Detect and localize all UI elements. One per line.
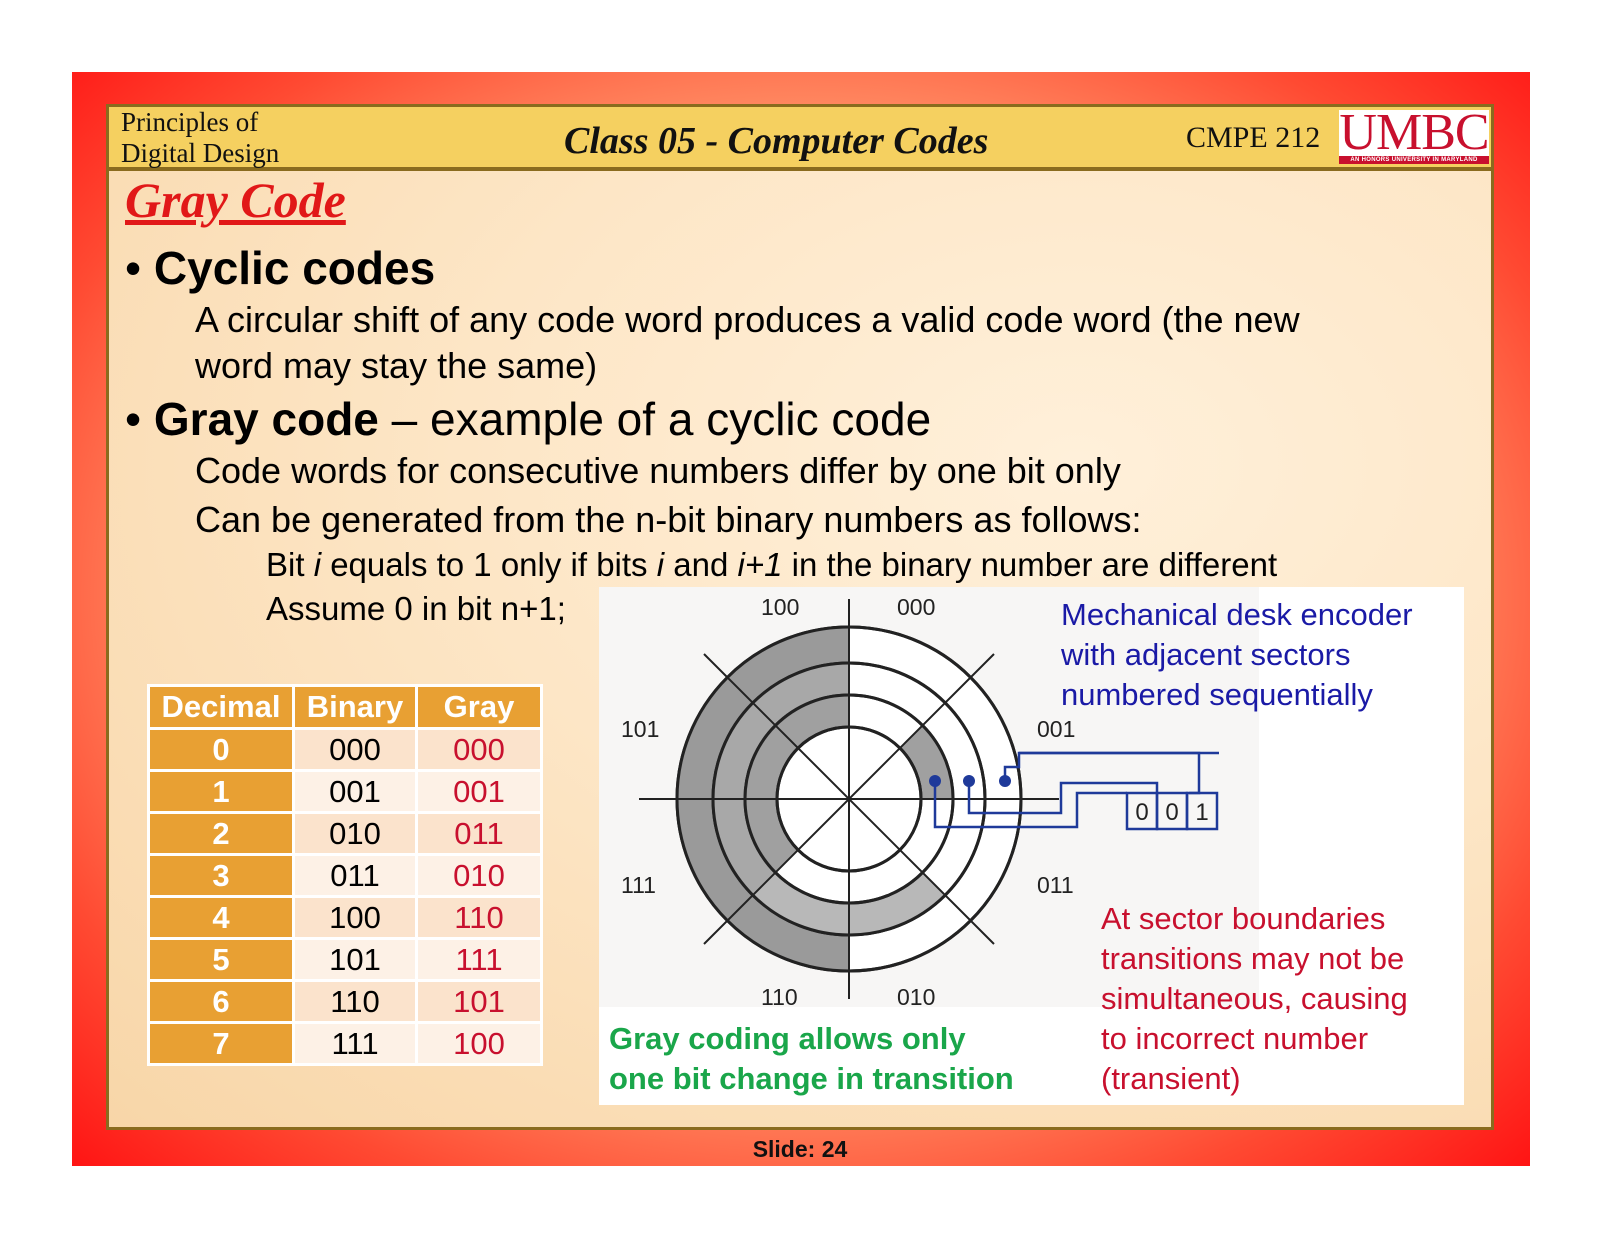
slide-frame: Principles of Digital Design Class 05 - … (72, 72, 1530, 1166)
gray-rule: Bit i equals to 1 only if bits i and i+1… (266, 545, 1277, 585)
cell-decimal: 1 (147, 769, 295, 814)
encoder-panel: 0 0 1 100 000 101 001 111 011 110 010 Me… (599, 587, 1464, 1105)
rule-text: Bit (266, 546, 314, 583)
rule-var: i (313, 546, 322, 583)
sector-label: 101 (621, 716, 659, 742)
note-line: numbered sequentially (1061, 677, 1373, 712)
slide-number: Slide: 24 (752, 1136, 848, 1162)
table-row: 2 010 011 (147, 811, 543, 856)
cell-decimal: 4 (147, 895, 295, 940)
cell-gray: 110 (415, 895, 543, 940)
note-line: Mechanical desk encoder (1061, 597, 1413, 632)
bullet-heading-rest: – example of a cyclic code (391, 393, 932, 445)
readout-bit: 0 (1135, 799, 1148, 826)
note-line: transitions may not be (1101, 941, 1405, 976)
col-header-decimal: Decimal (147, 684, 295, 730)
cell-decimal: 6 (147, 979, 295, 1024)
course-name-line2: Digital Design (121, 138, 280, 168)
cell-decimal: 7 (147, 1021, 295, 1066)
col-header-binary: Binary (292, 684, 418, 730)
cell-binary: 111 (292, 1021, 418, 1066)
note-line: At sector boundaries (1101, 901, 1386, 936)
bullet-heading: Gray code (153, 393, 379, 445)
cell-binary: 101 (292, 937, 418, 982)
note-line: (transient) (1101, 1061, 1241, 1096)
course-name-line1: Principles of (121, 107, 259, 137)
brush-contact (963, 775, 975, 787)
sector-label: 001 (1037, 716, 1075, 742)
cell-gray: 101 (415, 979, 543, 1024)
class-title: Class 05 - Computer Codes (564, 120, 989, 162)
table-row: 3 011 010 (147, 853, 543, 898)
cell-binary: 100 (292, 895, 418, 940)
cell-gray: 000 (415, 727, 543, 772)
gray-assumption: Assume 0 in bit n+1; (266, 590, 566, 627)
table-row: 0 000 000 (147, 727, 543, 772)
note-sector-boundaries: At sector boundaries transitions may not… (1101, 899, 1408, 1099)
slide-content: Principles of Digital Design Class 05 - … (106, 104, 1494, 1130)
course-code: CMPE 212 (1186, 121, 1321, 154)
table-row: 1 001 001 (147, 769, 543, 814)
rule-text: equals to 1 only if bits (321, 546, 657, 583)
umbc-logo: UMBC AN HONORS UNIVERSITY IN MARYLAND (1339, 104, 1490, 164)
cell-gray: 111 (415, 937, 543, 982)
cyclic-desc-line2: word may stay the same) (195, 345, 598, 386)
cell-decimal: 0 (147, 727, 295, 772)
rule-var: i+1 (737, 546, 783, 583)
bullet-dot: • (125, 242, 154, 294)
bullet-heading: Cyclic codes (153, 242, 436, 294)
note-line: Gray coding allows only (609, 1021, 966, 1056)
readout-bit: 1 (1195, 799, 1208, 826)
brush-contact (999, 775, 1011, 787)
col-header-gray: Gray (415, 684, 543, 730)
sector-label: 011 (1037, 872, 1074, 898)
cell-binary: 010 (292, 811, 418, 856)
table-row: 4 100 110 (147, 895, 543, 940)
sector-label: 000 (897, 594, 935, 620)
sector-label: 010 (897, 984, 935, 1007)
rule-var: i (656, 546, 665, 583)
logo-text: UMBC (1339, 104, 1489, 161)
cyclic-desc-line1: A circular shift of any code word produc… (195, 299, 1300, 340)
gray-code-table: Decimal Binary Gray 0 000 000 1 001 001 2 010… (147, 684, 543, 1066)
table-row: 5 101 111 (147, 937, 543, 982)
cell-gray: 011 (415, 811, 543, 856)
cell-decimal: 3 (147, 853, 295, 898)
cell-binary: 001 (292, 769, 418, 814)
cell-binary: 110 (292, 979, 418, 1024)
cell-gray: 100 (415, 1021, 543, 1066)
bullet-cyclic-codes: • Cyclic codes (125, 243, 435, 293)
table-row: 6 110 101 (147, 979, 543, 1024)
readout-bit: 0 (1165, 799, 1178, 826)
note-line: one bit change in transition (609, 1061, 1014, 1096)
bullet-gray-code: • Gray code – example of a cyclic code (125, 394, 931, 444)
slide-title: Gray Code (125, 172, 346, 228)
encoder-disk (639, 599, 1059, 999)
bullet-dot: • (125, 393, 154, 445)
note-mechanical-encoder: Mechanical desk encoder with adjacent se… (1061, 595, 1413, 715)
sector-label: 111 (621, 872, 656, 898)
table-row: 7 111 100 (147, 1021, 543, 1066)
note-line: to incorrect number (1101, 1021, 1369, 1056)
cell-gray: 010 (415, 853, 543, 898)
brush-contact (929, 775, 941, 787)
table-header-row: Decimal Binary Gray (147, 684, 543, 730)
logo-tagline: AN HONORS UNIVERSITY IN MARYLAND (1350, 157, 1478, 163)
rule-text: in the binary number are different (782, 546, 1278, 583)
gray-desc-line1: Code words for consecutive numbers diffe… (195, 450, 1121, 491)
gray-desc-line2: Can be generated from the n-bit binary n… (195, 499, 1142, 540)
sector-label: 100 (761, 594, 799, 620)
course-name: Principles of Digital Design (121, 107, 279, 169)
note-gray-coding: Gray coding allows only one bit change i… (609, 1019, 1014, 1099)
cell-binary: 011 (292, 853, 418, 898)
note-line: simultaneous, causing (1101, 981, 1408, 1016)
rule-text: and (664, 546, 738, 583)
cell-binary: 000 (292, 727, 418, 772)
cell-decimal: 2 (147, 811, 295, 856)
cell-gray: 001 (415, 769, 543, 814)
note-line: with adjacent sectors (1061, 637, 1351, 672)
header-bar: Principles of Digital Design Class 05 - … (109, 104, 1491, 171)
cell-decimal: 5 (147, 937, 295, 982)
sector-label: 110 (761, 984, 798, 1007)
